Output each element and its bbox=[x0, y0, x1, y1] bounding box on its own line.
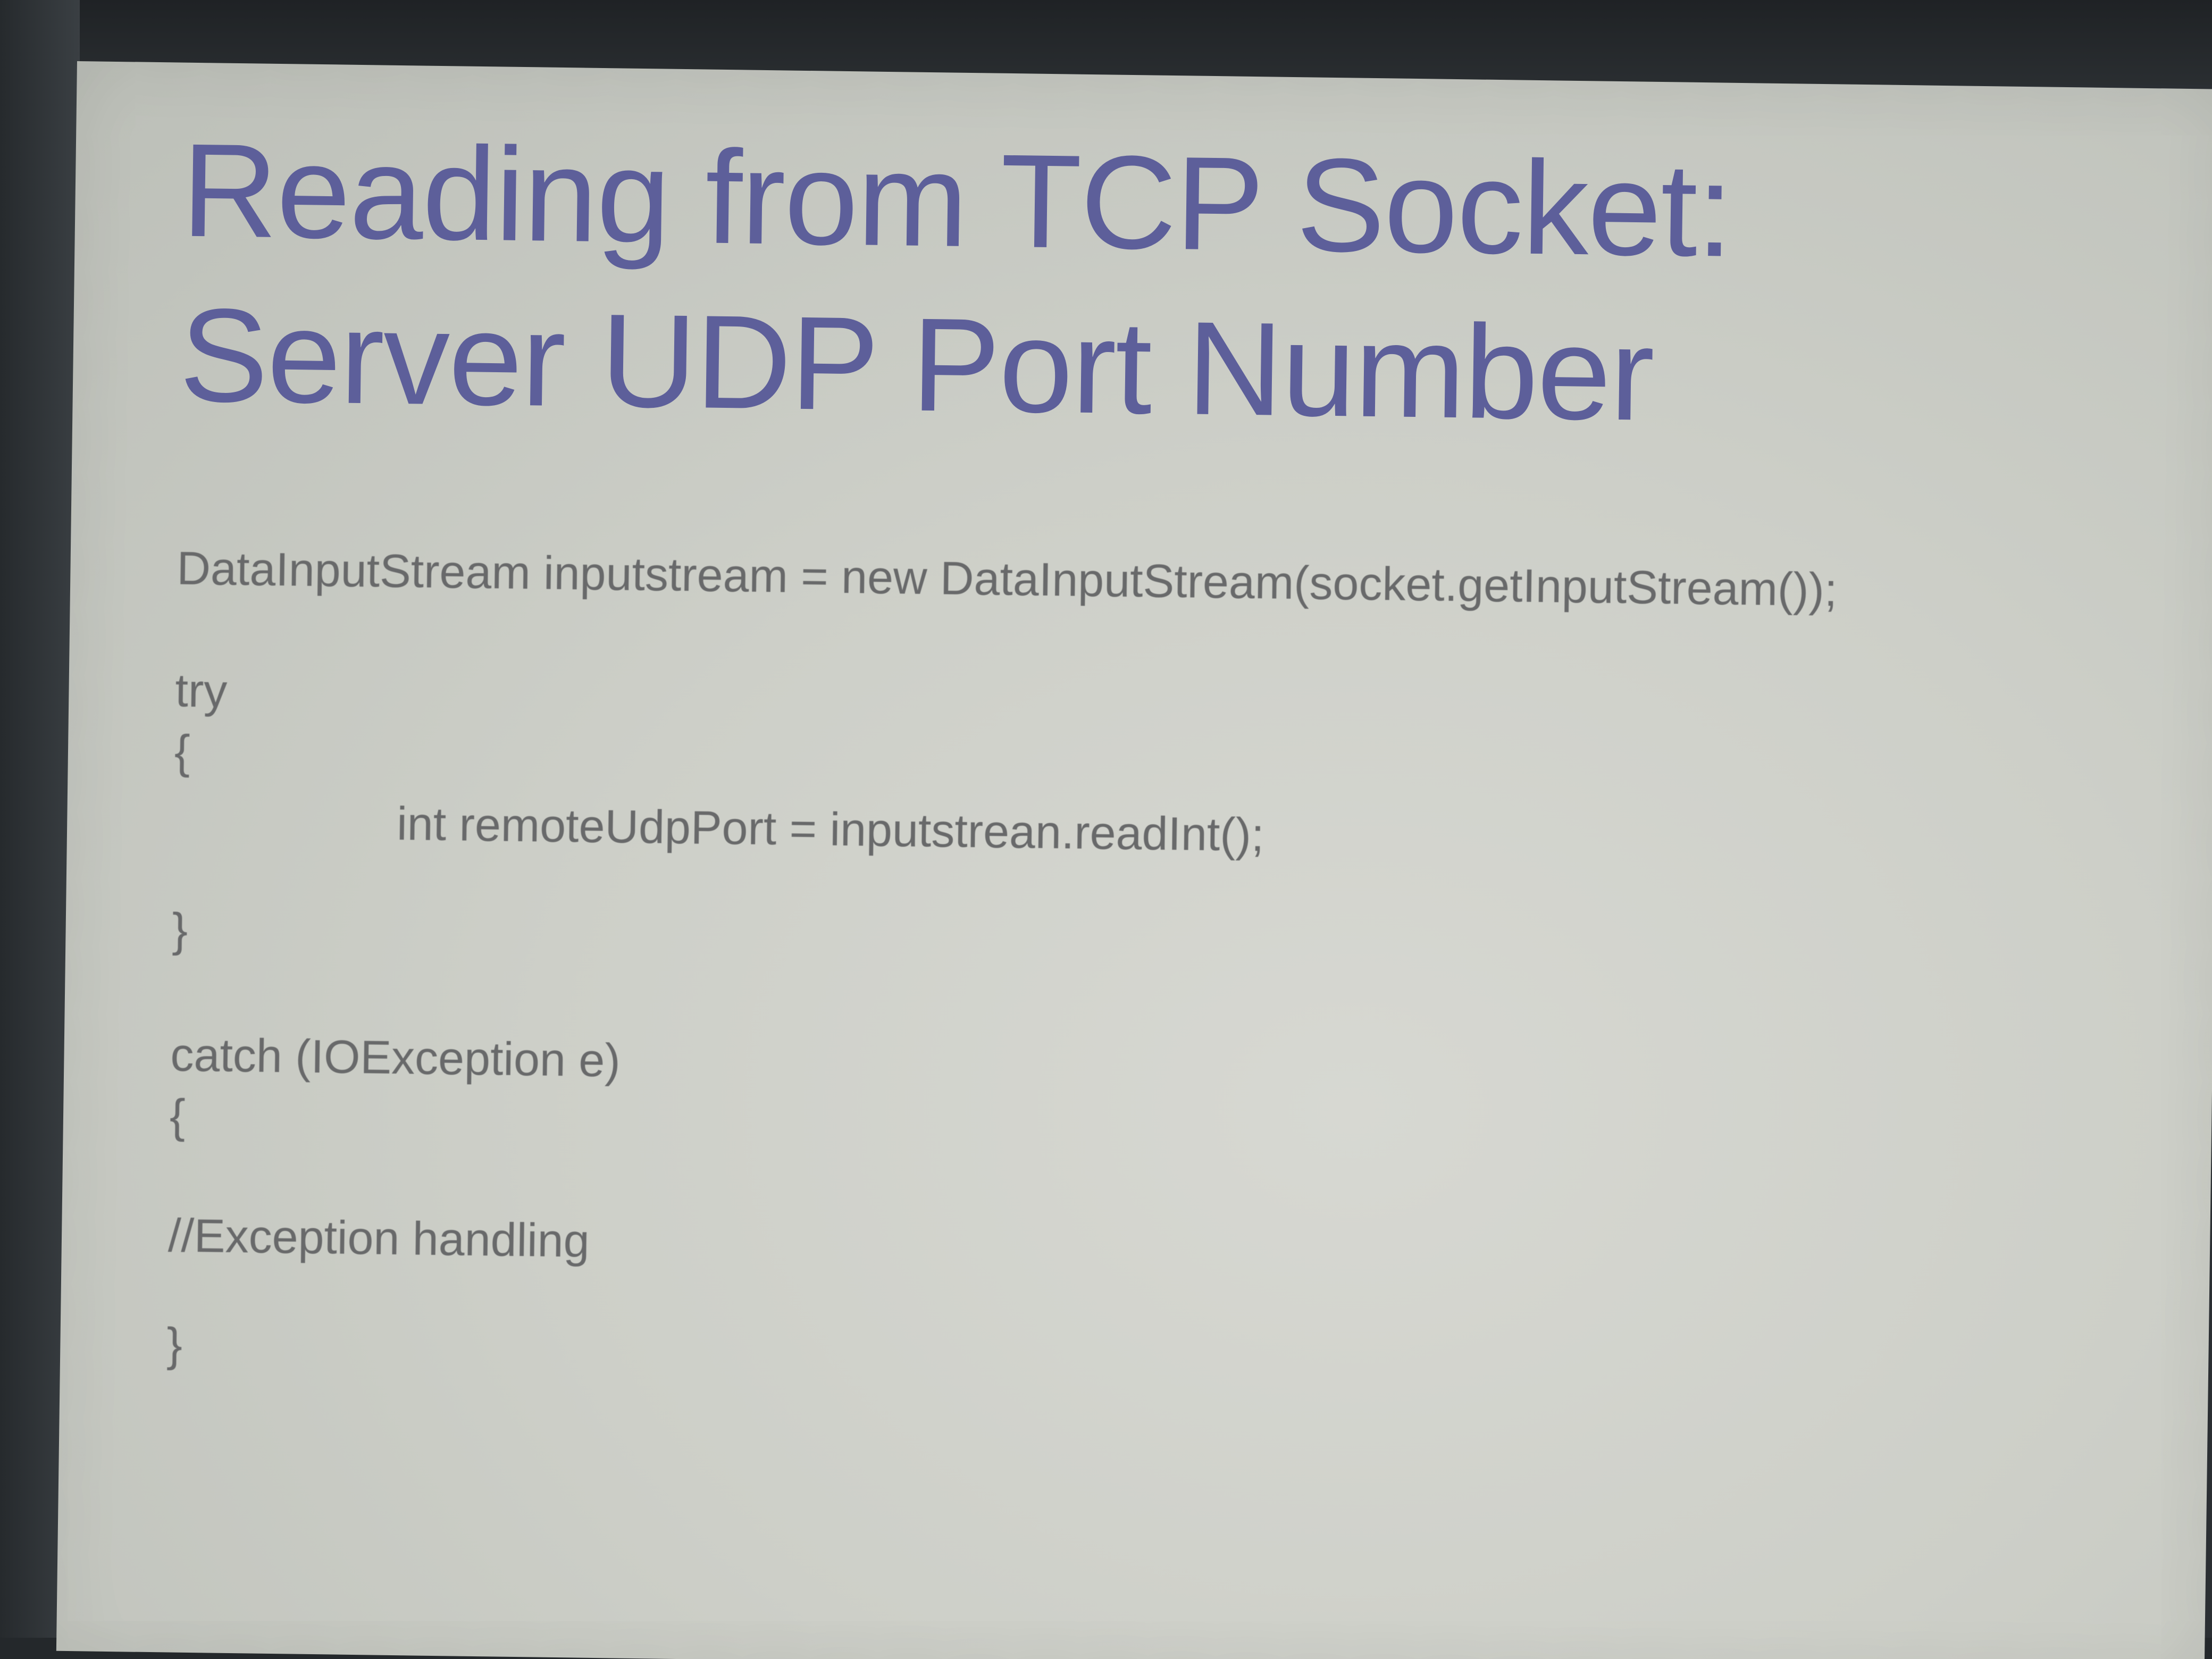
slide-title-line-2: Server UDP Port Number bbox=[178, 280, 1655, 448]
code-line-catch-close-brace: } bbox=[166, 1318, 183, 1371]
code-line-catch: catch (IOException e) bbox=[170, 1028, 621, 1087]
slide-title: Reading from TCP Socket: Server UDP Port… bbox=[179, 108, 1733, 458]
slide-title-line-1: Reading from TCP Socket: bbox=[181, 115, 1733, 284]
code-line-read-int: int remoteUdpPort = inputstrean.readInt(… bbox=[396, 797, 1265, 861]
projected-slide: Reading from TCP Socket: Server UDP Port… bbox=[56, 61, 2212, 1659]
code-line-declaration: DataInputStream inputstream = new DataIn… bbox=[176, 541, 1838, 616]
code-line-catch-open-brace: { bbox=[169, 1089, 186, 1142]
code-line-open-brace: { bbox=[174, 725, 191, 778]
code-line-try: try bbox=[174, 664, 228, 717]
code-line-close-brace: } bbox=[171, 903, 188, 956]
code-line-comment: //Exception handling bbox=[167, 1209, 590, 1267]
